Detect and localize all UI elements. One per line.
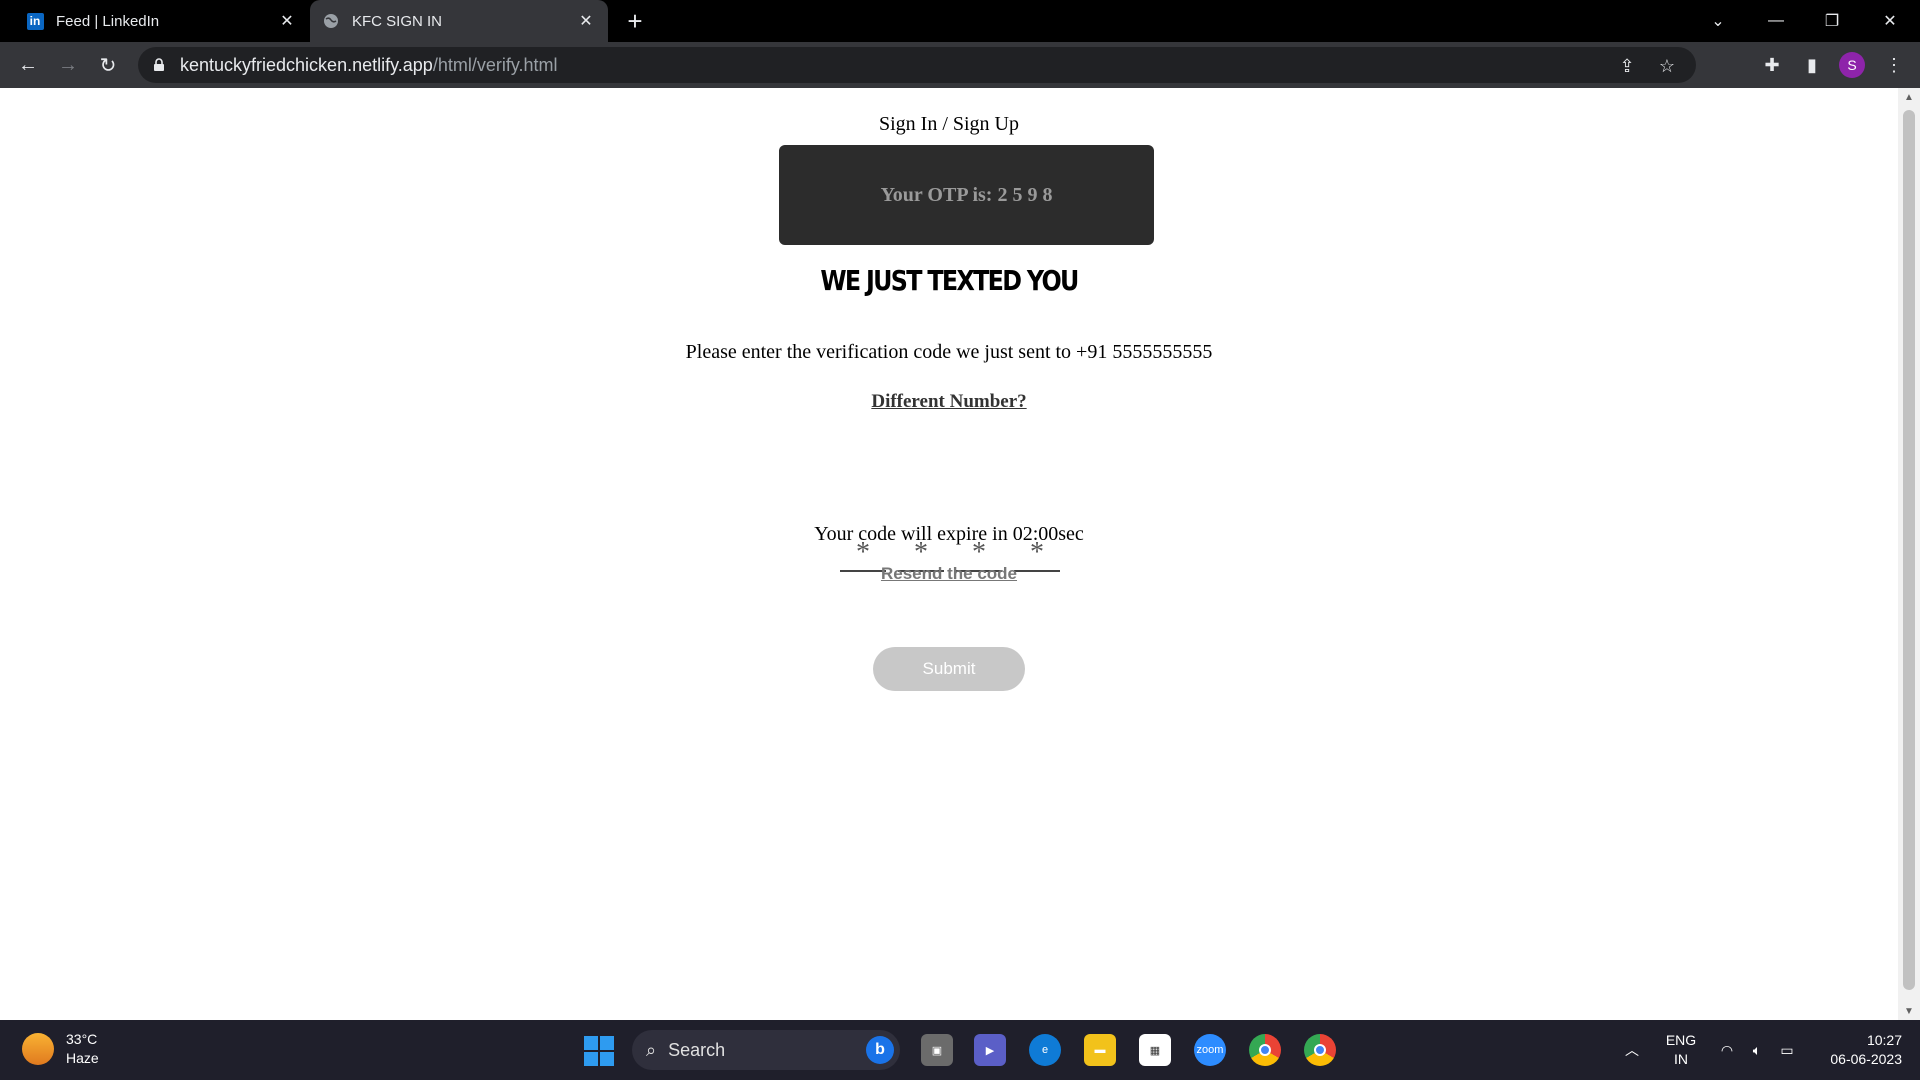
- teams-chat-icon[interactable]: ▶: [974, 1034, 1006, 1066]
- tab-title: Feed | LinkedIn: [56, 12, 160, 30]
- different-number-link[interactable]: Different Number?: [0, 391, 1898, 413]
- date: 06-06-2023: [1830, 1051, 1902, 1067]
- new-tab-icon[interactable]: +: [620, 6, 650, 36]
- page-title: Sign In / Sign Up: [878, 113, 1020, 135]
- profile-avatar[interactable]: S: [1838, 51, 1866, 79]
- headline: WE JUST TEXTED YOU: [820, 264, 1079, 297]
- reload-icon[interactable]: ↻: [92, 49, 124, 81]
- tab-title: KFC SIGN IN: [352, 12, 443, 30]
- chrome-icon[interactable]: [1249, 1034, 1281, 1066]
- battery-icon[interactable]: ▭: [1774, 1020, 1800, 1080]
- instruction-text: Please enter the verification code we ju…: [685, 341, 1213, 363]
- search-icon: ⌕: [646, 1039, 657, 1060]
- url-host: kentuckyfriedchicken.netlify.app: [180, 54, 433, 75]
- time: 10:27: [1866, 1032, 1902, 1048]
- tab-search-chevron-icon[interactable]: ⌄: [1690, 0, 1746, 42]
- zoom-icon[interactable]: zoom: [1194, 1034, 1226, 1066]
- microsoft-store-icon[interactable]: ▦: [1139, 1034, 1171, 1066]
- weather-desc: Haze: [66, 1050, 99, 1066]
- volume-icon[interactable]: 🔈︎: [1744, 1020, 1770, 1080]
- scroll-thumb[interactable]: [1903, 110, 1915, 990]
- weather-temp: 33°C: [66, 1031, 98, 1047]
- scroll-up-icon[interactable]: ▲: [1898, 88, 1920, 106]
- close-window-icon[interactable]: ✕: [1862, 0, 1918, 42]
- weather-widget[interactable]: 33°C Haze: [22, 1030, 99, 1068]
- taskbar-search[interactable]: ⌕ Search b: [632, 1030, 900, 1070]
- lock-icon: [154, 58, 164, 71]
- clock[interactable]: 10:27 06-06-2023: [1806, 1020, 1902, 1080]
- web-page: Sign In / Sign Up Your OTP is: 2 5 9 8 W…: [0, 88, 1898, 1020]
- bing-icon[interactable]: b: [866, 1036, 894, 1064]
- close-tab-icon[interactable]: ✕: [273, 7, 301, 35]
- forward-icon[interactable]: →: [52, 49, 84, 81]
- extensions-icon[interactable]: ✚: [1758, 51, 1786, 79]
- page-scrollbar[interactable]: ▲ ▼: [1898, 88, 1920, 1020]
- address-bar[interactable]: kentuckyfriedchicken.netlify.app/html/ve…: [138, 47, 1696, 83]
- browser-toolbar: ← → ↻ kentuckyfriedchicken.netlify.app/h…: [0, 42, 1920, 88]
- close-tab-icon[interactable]: ✕: [572, 7, 600, 35]
- file-explorer-icon[interactable]: ▬: [1084, 1034, 1116, 1066]
- tab-kfc-signin[interactable]: KFC SIGN IN ✕: [310, 0, 608, 42]
- task-view-icon[interactable]: ▣: [921, 1034, 953, 1066]
- submit-button[interactable]: Submit: [873, 647, 1025, 691]
- edge-icon[interactable]: e: [1029, 1034, 1061, 1066]
- otp-message: Your OTP is: 2 5 9 8: [880, 183, 1053, 206]
- windows-taskbar: 33°C Haze ⌕ Search b ▣ ▶ e ▬ ▦ zoom ︿ EN…: [0, 1020, 1920, 1080]
- wifi-icon[interactable]: ◠: [1714, 1020, 1740, 1080]
- back-icon[interactable]: ←: [12, 49, 44, 81]
- menu-icon[interactable]: ⋮: [1880, 51, 1908, 79]
- bookmark-star-icon[interactable]: ☆: [1656, 55, 1678, 77]
- globe-icon: [322, 12, 340, 30]
- resend-code-link[interactable]: Resend the code: [0, 564, 1898, 584]
- restore-icon[interactable]: ❐: [1804, 0, 1860, 42]
- show-hidden-icons-icon[interactable]: ︿: [1618, 1020, 1646, 1080]
- expire-text: Your code will expire in 02:00sec: [814, 523, 1084, 545]
- windows-start-icon[interactable]: [584, 1036, 614, 1066]
- chrome-profile-icon[interactable]: [1304, 1034, 1336, 1066]
- tab-linkedin[interactable]: in Feed | LinkedIn ✕: [14, 0, 309, 42]
- side-panel-icon[interactable]: ▮: [1798, 51, 1826, 79]
- scroll-down-icon[interactable]: ▼: [1898, 1002, 1920, 1020]
- weather-haze-icon: [22, 1033, 54, 1065]
- tab-bar: in Feed | LinkedIn ✕ KFC SIGN IN ✕ + ⌄ —…: [0, 0, 1920, 42]
- share-icon[interactable]: ⇪: [1616, 55, 1638, 77]
- language-indicator[interactable]: ENG IN: [1656, 1020, 1706, 1080]
- minimize-icon[interactable]: —: [1748, 0, 1804, 42]
- search-label: Search: [668, 1039, 726, 1060]
- linkedin-icon: in: [26, 12, 44, 30]
- otp-display-box: Your OTP is: 2 5 9 8: [779, 145, 1154, 245]
- url-path: /html/verify.html: [432, 54, 558, 75]
